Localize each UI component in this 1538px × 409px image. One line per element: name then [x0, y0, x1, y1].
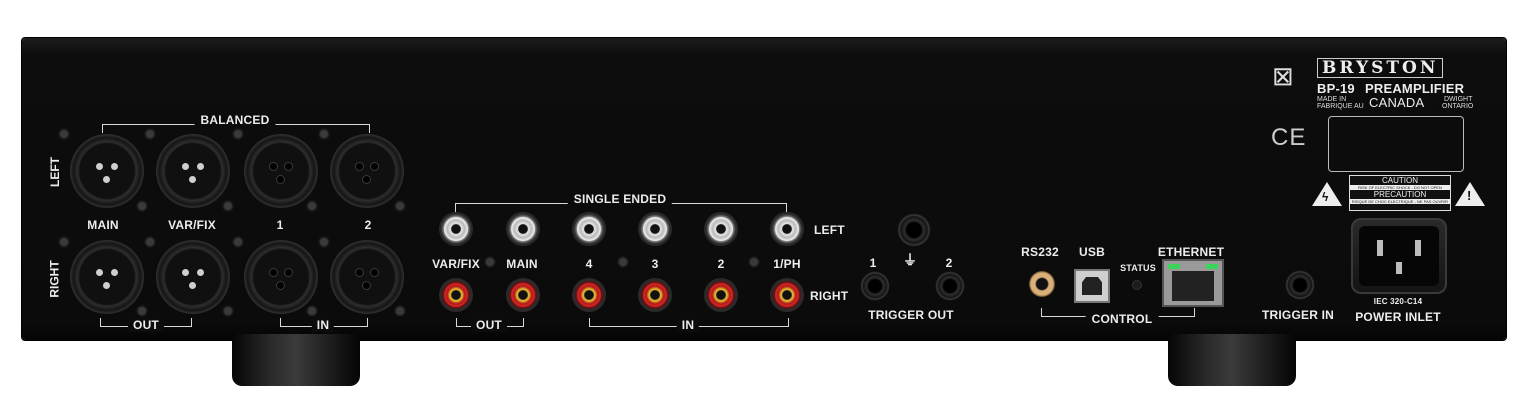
- ground-icon: ⏚: [903, 252, 918, 268]
- left-foot: [232, 334, 360, 386]
- caution-title: CAUTION: [1382, 176, 1418, 185]
- screw: [318, 236, 330, 248]
- xlr-female-right-2[interactable]: [330, 240, 404, 314]
- balanced-label-2: 2: [364, 218, 372, 232]
- single-ended-title: SINGLE ENDED: [567, 192, 673, 206]
- single-ended-left-label: LEFT: [814, 223, 845, 237]
- country-label: CANADA: [1369, 95, 1425, 110]
- rca-left-varfix-out[interactable]: [439, 212, 473, 246]
- rca-right-in-1ph[interactable]: [770, 278, 804, 312]
- balanced-left-label: LEFT: [48, 157, 62, 187]
- screw: [306, 305, 318, 317]
- screw: [484, 256, 496, 268]
- rca-left-in-4[interactable]: [572, 212, 606, 246]
- fabrique-label: FABRIQUE AU: [1317, 103, 1364, 110]
- screw: [222, 305, 234, 317]
- precaution-title: PRECAUTION: [1373, 190, 1427, 199]
- status-label: STATUS: [1120, 263, 1156, 273]
- balanced-in-label: IN: [311, 318, 335, 332]
- rs232-jack[interactable]: [1029, 271, 1055, 297]
- right-foot: [1168, 334, 1296, 386]
- se-in-label: IN: [676, 318, 700, 332]
- screw: [144, 128, 156, 140]
- ce-mark: CE: [1271, 124, 1307, 151]
- rca-right-in-4[interactable]: [572, 278, 606, 312]
- brand-logo: BRYSTON: [1317, 58, 1444, 78]
- xlr-female-left-1[interactable]: [244, 134, 318, 208]
- screw: [58, 236, 70, 248]
- rca-left-main-out[interactable]: [506, 212, 540, 246]
- caution-label: CAUTION RISK OF ELECTRIC SHOCK - DO NOT …: [1349, 175, 1451, 211]
- balanced-label-varfix: VAR/FIX: [168, 218, 216, 232]
- se-label-2: 2: [717, 257, 725, 271]
- trigger-out-main-jack[interactable]: [897, 213, 931, 247]
- power-title: POWER INLET: [1355, 310, 1441, 324]
- usb-label: USB: [1079, 245, 1105, 259]
- rca-right-main-out[interactable]: [506, 278, 540, 312]
- rca-right-in-3[interactable]: [638, 278, 672, 312]
- rca-left-in-2[interactable]: [704, 212, 738, 246]
- screw: [306, 200, 318, 212]
- se-label-4: 4: [585, 257, 593, 271]
- screw: [58, 128, 70, 140]
- product-label: PREAMPLIFIER: [1365, 81, 1465, 96]
- power-spec: IEC 320-C14: [1373, 297, 1423, 306]
- lightning-icon: ϟ: [1322, 190, 1329, 204]
- screw: [144, 236, 156, 248]
- rca-right-varfix-out[interactable]: [439, 278, 473, 312]
- screw: [222, 200, 234, 212]
- caution-line2: RISQUE DE CHOC ELECTRIQUE - NE PAS OUVRI…: [1350, 199, 1450, 204]
- se-label-1ph: 1/PH: [773, 257, 801, 271]
- xlr-male-left-main[interactable]: [70, 134, 144, 208]
- screw: [232, 128, 244, 140]
- screw: [136, 200, 148, 212]
- se-label-main: MAIN: [506, 257, 538, 271]
- balanced-label-1: 1: [276, 218, 284, 232]
- control-title: CONTROL: [1085, 312, 1159, 326]
- balanced-right-label: RIGHT: [47, 260, 62, 298]
- screw: [232, 236, 244, 248]
- weee-bin-icon: ⊠: [1272, 61, 1294, 91]
- xlr-male-left-varfix[interactable]: [156, 134, 230, 208]
- trigger-in-label: TRIGGER IN: [1261, 308, 1335, 322]
- screw: [748, 256, 760, 268]
- status-led: [1133, 281, 1141, 289]
- exclamation-icon: !: [1467, 188, 1472, 203]
- xlr-female-right-1[interactable]: [244, 240, 318, 314]
- power-inlet[interactable]: [1351, 218, 1447, 294]
- screw: [318, 128, 330, 140]
- rca-right-in-2[interactable]: [704, 278, 738, 312]
- xlr-male-right-main[interactable]: [70, 240, 144, 314]
- screw: [136, 305, 148, 317]
- trigger-out-1-jack[interactable]: [860, 271, 890, 301]
- usb-port[interactable]: [1074, 269, 1110, 303]
- ethernet-label: ETHERNET: [1157, 245, 1225, 259]
- province-label: ONTARIO: [1442, 103, 1474, 110]
- se-out-label: OUT: [471, 318, 507, 332]
- se-label-3: 3: [651, 257, 659, 271]
- trigger-out-label-1: 1: [869, 256, 877, 270]
- serial-label-box: [1328, 116, 1464, 172]
- xlr-female-left-2[interactable]: [330, 134, 404, 208]
- balanced-label-main: MAIN: [87, 218, 119, 232]
- balanced-out-label: OUT: [128, 318, 164, 332]
- se-label-varfix: VAR/FIX: [432, 257, 480, 271]
- single-ended-right-label: RIGHT: [810, 289, 849, 303]
- trigger-out-title: TRIGGER OUT: [868, 308, 954, 322]
- model-label: BP-19: [1317, 81, 1355, 96]
- ethernet-port[interactable]: [1162, 259, 1224, 307]
- trigger-out-label-2: 2: [945, 256, 953, 270]
- rca-left-in-1ph[interactable]: [770, 212, 804, 246]
- trigger-out-2-jack[interactable]: [935, 271, 965, 301]
- screw: [394, 200, 406, 212]
- trigger-in-jack[interactable]: [1285, 270, 1315, 300]
- balanced-title: BALANCED: [194, 113, 276, 127]
- screw: [617, 256, 629, 268]
- screw: [394, 305, 406, 317]
- rs232-label: RS232: [1021, 245, 1059, 259]
- rca-left-in-3[interactable]: [638, 212, 672, 246]
- xlr-male-right-varfix[interactable]: [156, 240, 230, 314]
